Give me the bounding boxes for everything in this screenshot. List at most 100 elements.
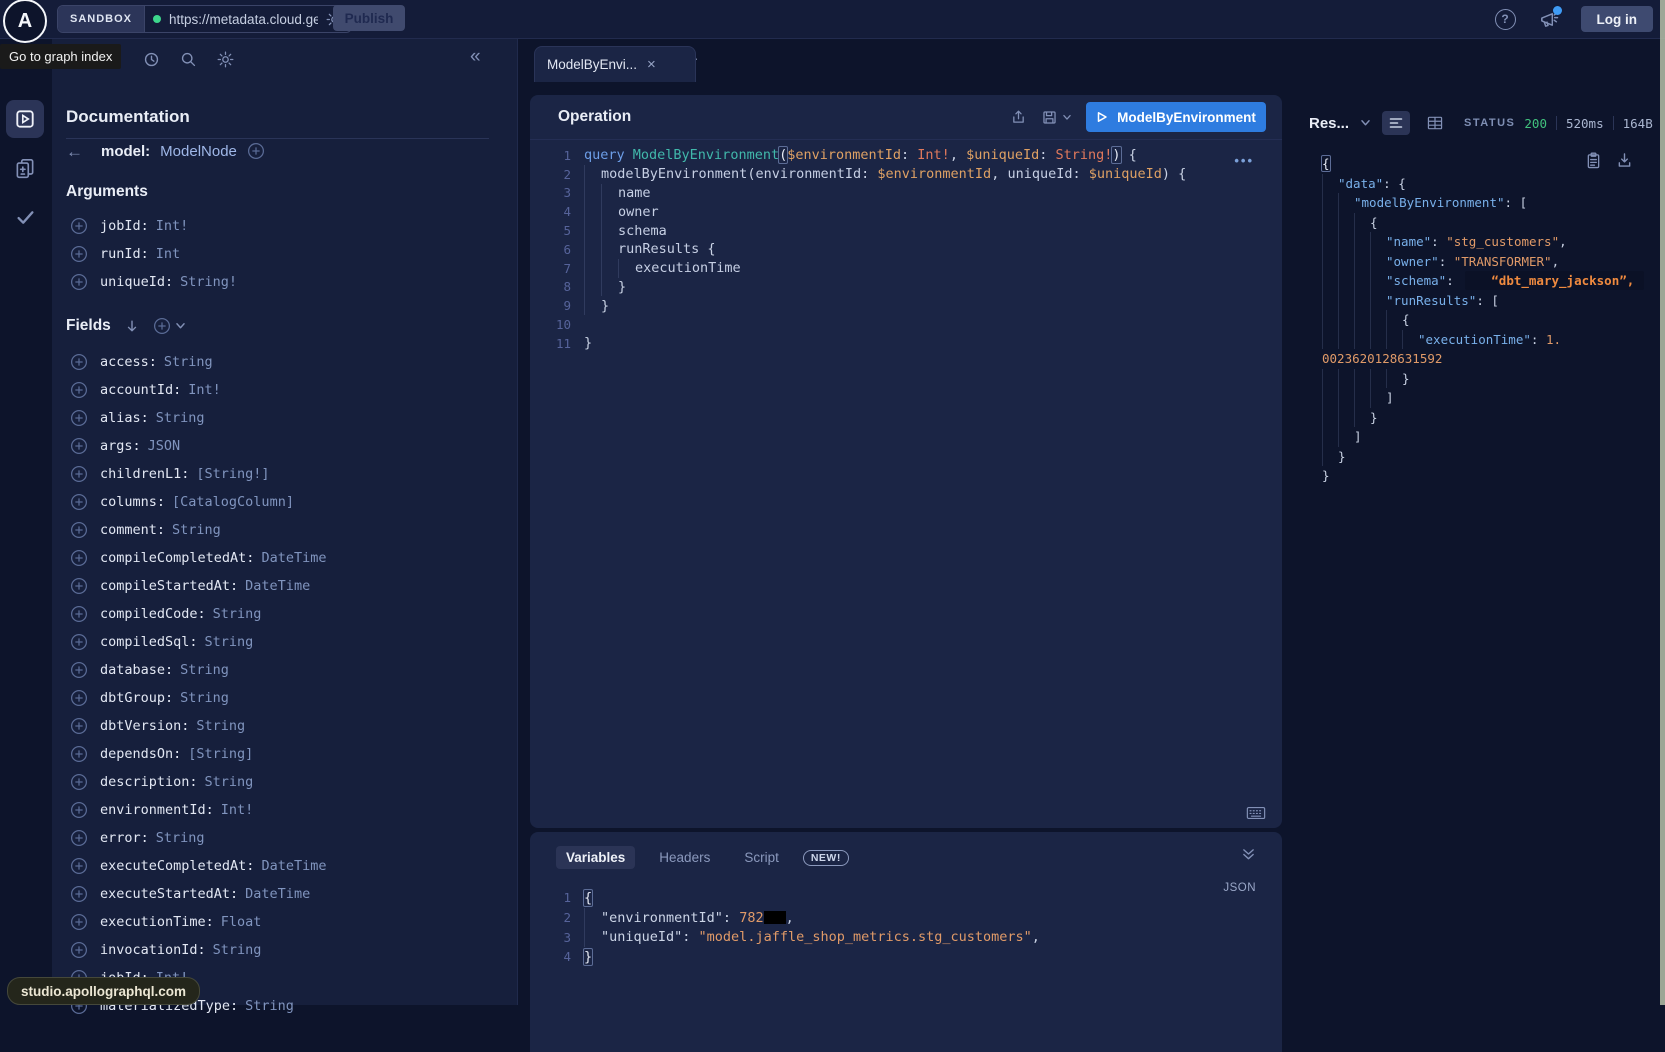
keyboard-shortcuts-icon[interactable]: [1246, 806, 1266, 820]
field-type-link[interactable]: [CatalogColumn]: [172, 494, 294, 510]
field-type-link[interactable]: [String!]: [196, 466, 269, 482]
table-view-toggle[interactable]: [1421, 111, 1449, 135]
add-to-query-plus-icon[interactable]: [70, 549, 88, 567]
add-fields-chevron-icon[interactable]: [175, 322, 186, 330]
field-row[interactable]: access:String: [52, 348, 517, 376]
json-view-toggle[interactable]: [1382, 111, 1410, 135]
share-operation-icon[interactable]: [1010, 108, 1027, 126]
field-type-link[interactable]: Int: [156, 246, 180, 262]
endpoint-url-input[interactable]: https://metadata.cloud.get: [169, 12, 318, 27]
add-to-query-plus-icon[interactable]: [70, 605, 88, 623]
graphql-editor[interactable]: 1query ModelByEnvironment($environmentId…: [530, 146, 1282, 353]
run-operation-button[interactable]: ModelByEnvironment: [1086, 102, 1266, 132]
variables-editor[interactable]: 1{2"environmentId": 782,3"uniqueId": "mo…: [530, 888, 1282, 967]
field-row[interactable]: invocationId:String: [52, 936, 517, 964]
field-row[interactable]: compileCompletedAt:DateTime: [52, 544, 517, 572]
add-to-query-plus-icon[interactable]: [70, 381, 88, 399]
field-type-link[interactable]: String: [156, 410, 205, 426]
settings-gear-icon[interactable]: [217, 51, 234, 68]
save-dropdown-chevron-icon[interactable]: [1062, 114, 1072, 121]
apollo-logo[interactable]: A: [3, 0, 47, 43]
publish-button[interactable]: Publish: [333, 5, 405, 31]
field-type-link[interactable]: String: [172, 522, 221, 538]
field-type-link[interactable]: String: [245, 998, 294, 1014]
add-to-query-plus-icon[interactable]: [70, 217, 88, 235]
field-row[interactable]: database:String: [52, 656, 517, 684]
close-tab-icon[interactable]: ×: [647, 57, 656, 72]
tab-script[interactable]: Script: [734, 846, 789, 869]
field-row[interactable]: compiledSql:String: [52, 628, 517, 656]
add-to-query-plus-icon[interactable]: [70, 633, 88, 651]
field-type-link[interactable]: String: [213, 606, 262, 622]
field-type-link[interactable]: String: [196, 718, 245, 734]
field-row[interactable]: dependsOn:[String]: [52, 740, 517, 768]
field-row[interactable]: dbtVersion:String: [52, 712, 517, 740]
response-json[interactable]: {"data": {"modelByEnvironment": [{"name"…: [1322, 154, 1652, 486]
add-to-query-plus-icon[interactable]: [70, 801, 88, 819]
operation-tab[interactable]: ModelByEnvi... ×: [534, 46, 696, 82]
field-row[interactable]: executionTime:Float: [52, 908, 517, 936]
login-button[interactable]: Log in: [1581, 6, 1654, 32]
field-type-link[interactable]: DateTime: [261, 858, 326, 874]
field-type-link[interactable]: String: [205, 774, 254, 790]
field-type-link[interactable]: DateTime: [245, 578, 310, 594]
argument-row[interactable]: runId:Int: [52, 240, 517, 268]
add-to-query-plus-icon[interactable]: [70, 437, 88, 455]
field-type-link[interactable]: Int!: [221, 802, 254, 818]
field-row[interactable]: comment:String: [52, 516, 517, 544]
checks-nav-item[interactable]: [14, 206, 37, 229]
add-to-query-plus-icon[interactable]: [70, 717, 88, 735]
collapse-variables-chevrons-icon[interactable]: [1241, 848, 1256, 861]
field-type-link[interactable]: String: [156, 830, 205, 846]
add-to-query-plus-icon[interactable]: [70, 773, 88, 791]
field-row[interactable]: error:String: [52, 824, 517, 852]
schema-nav-item[interactable]: [13, 156, 37, 180]
add-to-query-plus-icon[interactable]: [70, 661, 88, 679]
response-dropdown-chevron-icon[interactable]: [1360, 119, 1371, 127]
breadcrumb-type-link[interactable]: ModelNode: [160, 143, 237, 160]
announcements-megaphone-icon[interactable]: [1538, 10, 1559, 29]
help-icon[interactable]: ?: [1495, 9, 1516, 30]
field-row[interactable]: compiledCode:String: [52, 600, 517, 628]
add-to-query-plus-icon[interactable]: [70, 493, 88, 511]
argument-row[interactable]: jobId:Int!: [52, 212, 517, 240]
field-type-link[interactable]: String: [205, 634, 254, 650]
sort-arrow-down-icon[interactable]: [125, 319, 139, 333]
add-to-query-plus-icon[interactable]: [70, 913, 88, 931]
field-type-link[interactable]: String: [213, 942, 262, 958]
back-arrow-icon[interactable]: ←: [66, 143, 83, 160]
field-type-link[interactable]: String: [180, 662, 229, 678]
field-row[interactable]: columns:[CatalogColumn]: [52, 488, 517, 516]
field-row[interactable]: compileStartedAt:DateTime: [52, 572, 517, 600]
history-icon[interactable]: [143, 51, 160, 68]
field-row[interactable]: childrenL1:[String!]: [52, 460, 517, 488]
field-row[interactable]: accountId:Int!: [52, 376, 517, 404]
argument-row[interactable]: uniqueId:String!: [52, 268, 517, 296]
save-operation-icon[interactable]: [1041, 109, 1058, 126]
field-row[interactable]: executeCompletedAt:DateTime: [52, 852, 517, 880]
field-type-link[interactable]: String: [164, 354, 213, 370]
field-type-link[interactable]: Int!: [156, 218, 189, 234]
field-type-link[interactable]: DateTime: [245, 886, 310, 902]
field-type-link[interactable]: [String]: [188, 746, 253, 762]
collapse-panel-icon[interactable]: «: [470, 47, 481, 66]
field-type-link[interactable]: String: [180, 690, 229, 706]
add-to-query-plus-icon[interactable]: [70, 689, 88, 707]
add-to-query-plus-icon[interactable]: [70, 353, 88, 371]
add-to-query-plus-icon[interactable]: [70, 273, 88, 291]
field-row[interactable]: dbtGroup:String: [52, 684, 517, 712]
field-row[interactable]: description:String: [52, 768, 517, 796]
add-to-query-plus-icon[interactable]: [70, 829, 88, 847]
field-type-link[interactable]: Int!: [188, 382, 221, 398]
search-icon[interactable]: [180, 51, 197, 68]
field-row[interactable]: alias:String: [52, 404, 517, 432]
explorer-nav-item[interactable]: [6, 100, 44, 138]
add-field-plus-icon[interactable]: [247, 142, 265, 160]
add-to-query-plus-icon[interactable]: [70, 885, 88, 903]
add-to-query-plus-icon[interactable]: [70, 409, 88, 427]
field-row[interactable]: executeStartedAt:DateTime: [52, 880, 517, 908]
field-row[interactable]: environmentId:Int!: [52, 796, 517, 824]
field-type-link[interactable]: JSON: [148, 438, 181, 454]
window-scrollbar[interactable]: [1660, 0, 1665, 1005]
field-type-link[interactable]: String!: [180, 274, 237, 290]
